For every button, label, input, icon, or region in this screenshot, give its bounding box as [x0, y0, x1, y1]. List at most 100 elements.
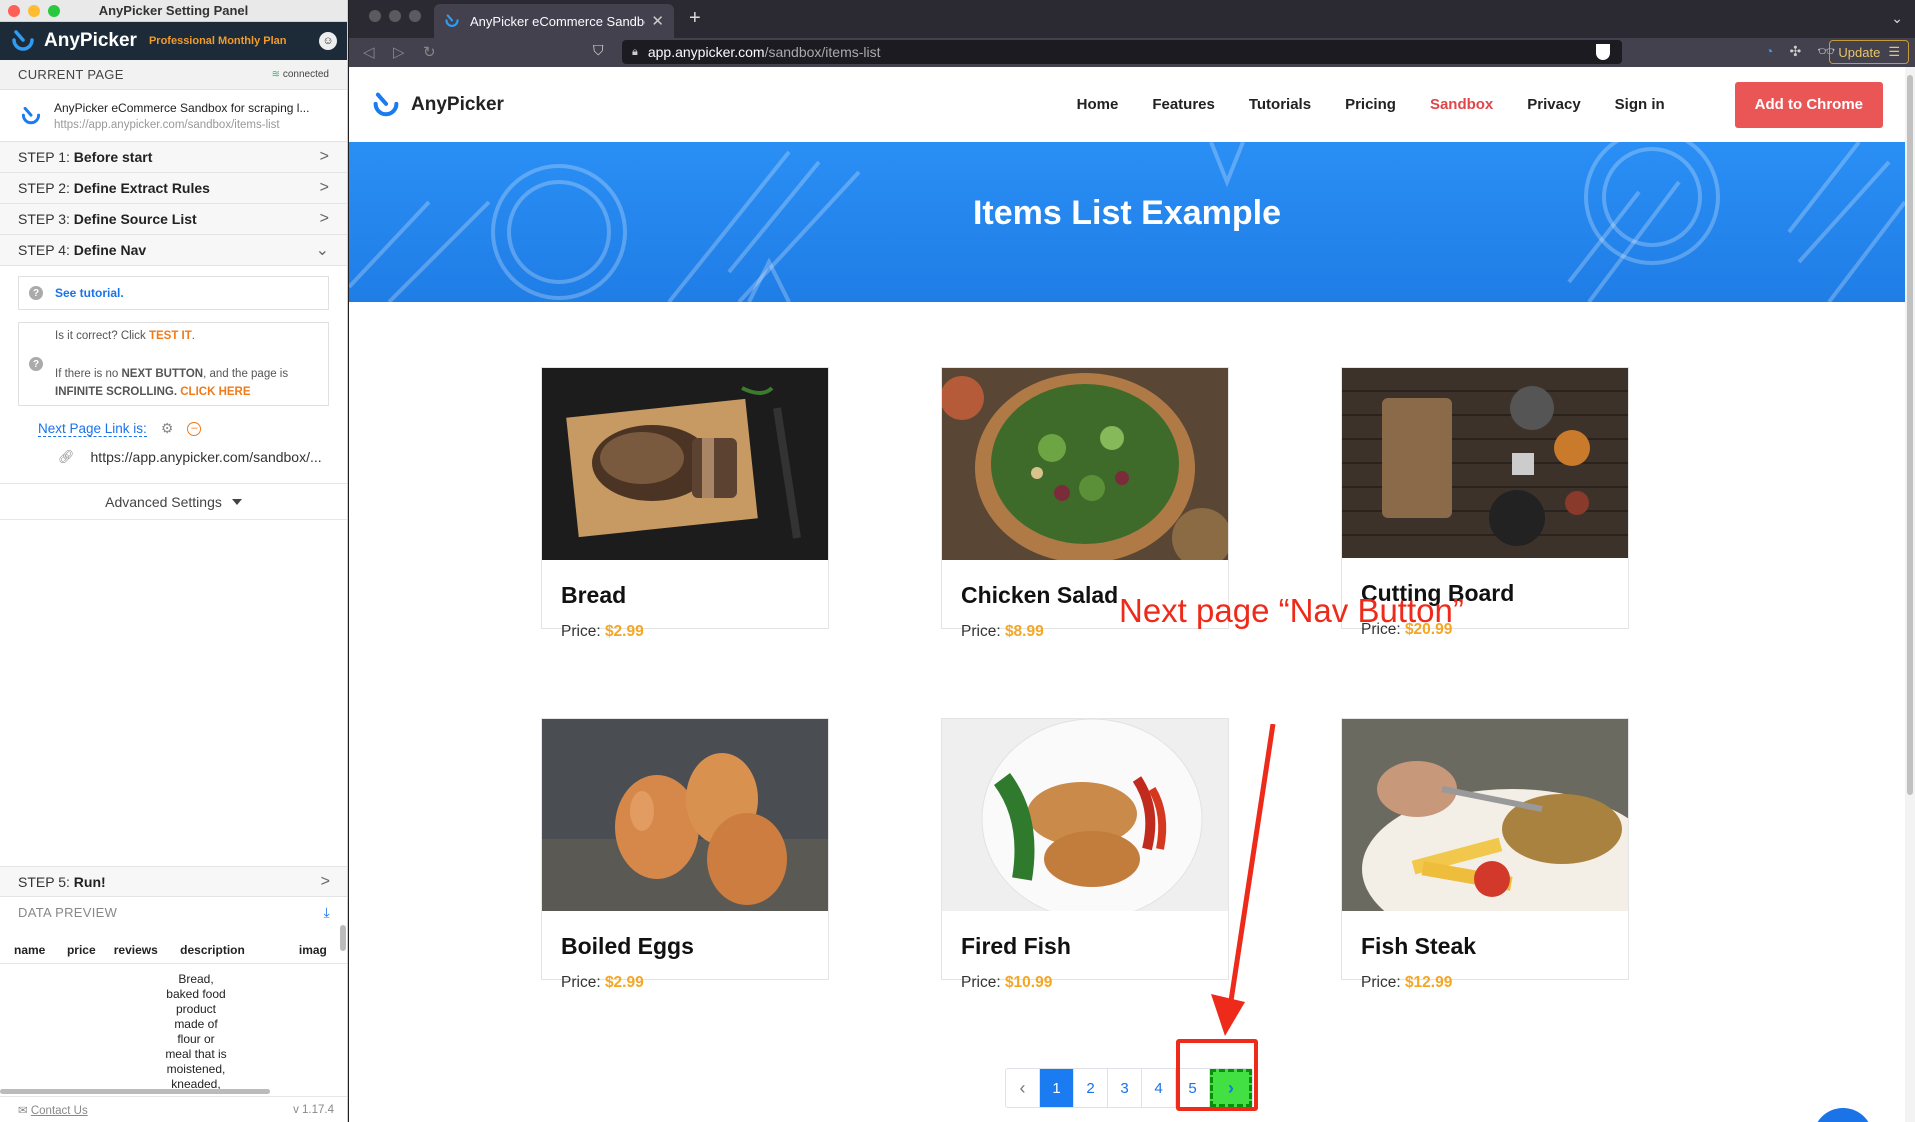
product-card[interactable]: Bread Price: $2.99	[541, 367, 829, 640]
product-card[interactable]: Fish Steak Price: $12.99	[1341, 718, 1629, 991]
chevron-right-icon: >	[319, 148, 329, 165]
toolbar: ◁ ▷ ↻ ⛉ 🔒︎ app.anypicker.com/sandbox/ite…	[349, 38, 1915, 67]
minimize-window-button[interactable]	[389, 10, 401, 22]
nav-features[interactable]: Features	[1152, 96, 1215, 113]
chat-button[interactable]	[1813, 1108, 1873, 1122]
product-name[interactable]: Fish Steak	[1361, 933, 1628, 960]
nav-pricing[interactable]: Pricing	[1345, 96, 1396, 113]
nav-sandbox[interactable]: Sandbox	[1430, 96, 1493, 113]
product-image[interactable]	[1342, 719, 1628, 911]
nav-tutorials[interactable]: Tutorials	[1249, 96, 1311, 113]
contact-us-link[interactable]: ✉ Contact Us	[18, 1103, 88, 1117]
data-preview-label: DATA PREVIEW	[18, 904, 118, 920]
anypicker-logo-icon	[12, 30, 34, 51]
wifi-icon: ≋	[271, 69, 281, 80]
back-arrow-icon[interactable]: ◁	[363, 43, 375, 61]
product-name[interactable]: Boiled Eggs	[561, 933, 828, 960]
see-tutorial-link[interactable]: See tutorial.	[55, 286, 124, 300]
current-page-title: AnyPicker eCommerce Sandbox for scraping…	[54, 100, 310, 115]
tab-favicon-icon	[445, 14, 459, 27]
active-tab[interactable]: AnyPicker eCommerce Sandbox ✕	[434, 4, 674, 38]
update-button[interactable]: Update ☰	[1829, 40, 1909, 64]
page-4-button[interactable]: 4	[1142, 1069, 1176, 1107]
page-2-button[interactable]: 2	[1074, 1069, 1108, 1107]
zoom-window-button[interactable]	[409, 10, 421, 22]
remove-icon[interactable]: –	[187, 421, 202, 436]
previous-page-button[interactable]: ‹	[1006, 1069, 1040, 1107]
new-tab-button[interactable]: +	[689, 7, 701, 30]
product-image[interactable]	[542, 719, 828, 911]
tutorial-box: ? See tutorial.	[18, 276, 329, 310]
product-image[interactable]	[1342, 368, 1628, 558]
page-favicon-icon	[21, 106, 41, 124]
close-window-button[interactable]	[369, 10, 381, 22]
next-page-link-row: Next Page Link is: ⚙ –	[38, 420, 347, 437]
current-page-label: CURRENT PAGE	[18, 67, 124, 82]
close-tab-icon[interactable]: ✕	[651, 12, 664, 30]
nav-home[interactable]: Home	[1077, 96, 1119, 113]
column-header: price	[62, 937, 110, 964]
data-preview-header: DATA PREVIEW ⤓	[0, 897, 347, 927]
puzzle-icon[interactable]: ✣	[1789, 43, 1801, 60]
column-header: description	[176, 937, 269, 964]
next-page-link-label[interactable]: Next Page Link is:	[38, 421, 147, 437]
tab-title: AnyPicker eCommerce Sandbox	[470, 13, 646, 29]
gear-icon[interactable]: ⚙	[161, 420, 174, 437]
nav-privacy[interactable]: Privacy	[1527, 96, 1580, 113]
page-scrollbar[interactable]	[1905, 67, 1915, 1122]
add-to-chrome-button[interactable]: Add to Chrome	[1734, 81, 1883, 128]
nav-links: Home Features Tutorials Pricing Sandbox …	[1077, 81, 1883, 128]
chevron-right-icon: >	[320, 872, 330, 890]
close-window-button[interactable]	[8, 5, 20, 17]
current-page-url: https://app.anypicker.com/sandbox/items-…	[54, 118, 280, 131]
tab-list-chevron-icon[interactable]: ⌄	[1891, 10, 1903, 27]
nav-sign-in[interactable]: Sign in	[1615, 96, 1665, 113]
product-name[interactable]: Bread	[561, 582, 828, 609]
step-4-define-nav[interactable]: STEP 4: Define Nav ⌄	[0, 235, 347, 266]
bookmark-icon[interactable]: ⛉	[593, 42, 604, 59]
plan-badge: Professional Monthly Plan	[148, 35, 287, 47]
address-bar[interactable]: 🔒︎ app.anypicker.com/sandbox/items-list	[622, 40, 1622, 64]
page-3-button[interactable]: 3	[1108, 1069, 1142, 1107]
forward-arrow-icon[interactable]: ▷	[393, 43, 405, 61]
page-scroll-thumb[interactable]	[1907, 75, 1913, 795]
step-1-before-start[interactable]: STEP 1: Before start >	[0, 142, 347, 173]
brand-header: AnyPicker Professional Monthly Plan ☺	[0, 22, 347, 60]
brave-shield-icon[interactable]	[1596, 44, 1610, 60]
annotation-arrow	[1211, 724, 1276, 1036]
site-navbar: AnyPicker Home Features Tutorials Pricin…	[349, 67, 1905, 142]
browser-window: AnyPicker eCommerce Sandbox ✕ + ⌄ ◁ ▷ ↻ …	[349, 0, 1915, 1122]
column-header: reviews	[109, 937, 177, 964]
help-icon: ?	[29, 357, 43, 371]
product-image[interactable]	[942, 368, 1228, 560]
reload-icon[interactable]: ↻	[423, 43, 436, 61]
step-2-extract-rules[interactable]: STEP 2: Define Extract Rules >	[0, 173, 347, 204]
help-icon: ?	[29, 286, 43, 300]
chevron-right-icon: >	[319, 210, 329, 227]
page-title: Items List Example	[972, 194, 1281, 232]
minimize-window-button[interactable]	[28, 5, 40, 17]
product-card[interactable]: Boiled Eggs Price: $2.99	[541, 718, 829, 991]
preview-vertical-scrollbar[interactable]	[340, 925, 346, 951]
page-1-button[interactable]: 1	[1040, 1069, 1074, 1107]
caret-down-icon	[231, 498, 242, 505]
step-5-run[interactable]: STEP 5: Run! >	[0, 866, 347, 897]
product-card[interactable]: Chicken Salad Price: $8.99	[941, 367, 1229, 640]
download-icon[interactable]: ⤓	[324, 904, 331, 921]
product-card[interactable]: Cutting Board Price: $20.99	[1341, 367, 1629, 638]
step-3-source-list[interactable]: STEP 3: Define Source List >	[0, 204, 347, 235]
anypicker-extension-icon[interactable]: ◔	[1765, 43, 1773, 60]
click-here-link[interactable]: CLICK HERE	[180, 386, 250, 398]
preview-horizontal-scrollbar[interactable]	[0, 1089, 270, 1094]
avatar[interactable]: ☺	[319, 32, 337, 50]
zoom-window-button[interactable]	[48, 5, 60, 17]
version-label: v 1.17.4	[293, 1103, 334, 1116]
test-it-link[interactable]: TEST IT	[149, 330, 192, 342]
advanced-settings-toggle[interactable]: Advanced Settings	[0, 483, 347, 520]
link-icon: 🔗︎	[58, 449, 75, 464]
menu-icon: ☰	[1888, 44, 1900, 59]
site-logo[interactable]: AnyPicker	[371, 90, 504, 120]
column-header: name	[0, 937, 63, 964]
connection-status: ≋ connected	[271, 69, 329, 80]
product-image[interactable]	[542, 368, 828, 560]
